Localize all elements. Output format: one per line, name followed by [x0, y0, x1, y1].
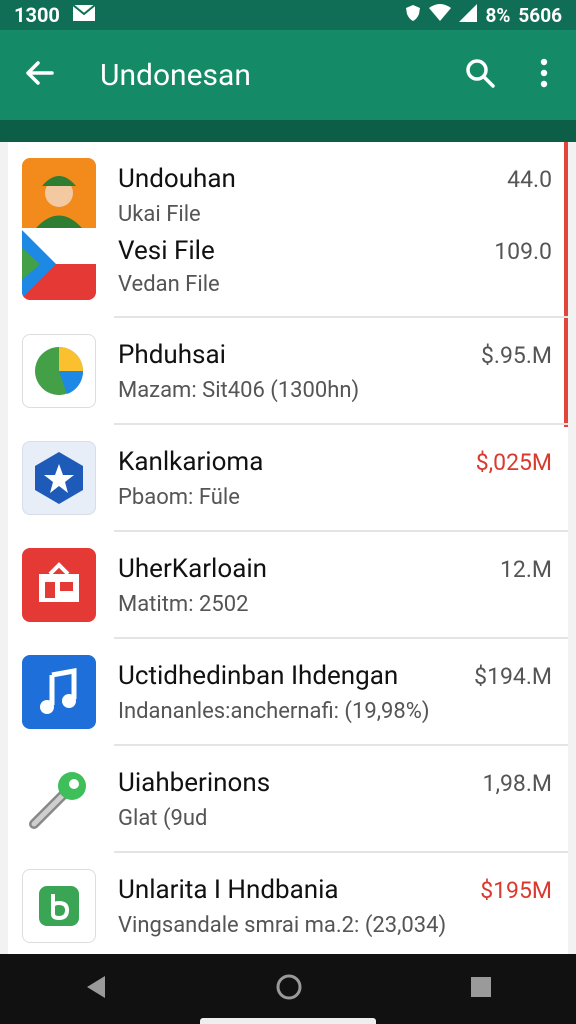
list-item[interactable]: Undouhan Ukai File 44.0 Vesi File Vedan …	[8, 142, 568, 318]
item-title-2: Vesi File	[118, 236, 215, 266]
back-nav-button[interactable]	[83, 974, 109, 1004]
item-value-2: 109.0	[494, 238, 552, 265]
search-button[interactable]	[448, 30, 512, 120]
list-item[interactable]: UherKarloain Matitm: 2502 12.M	[8, 532, 568, 639]
item-value: 12.M	[500, 556, 552, 583]
item-subtitle: Ukai File	[118, 202, 201, 227]
item-title: UherKarloain	[118, 554, 268, 584]
wifi-icon	[429, 3, 452, 27]
store-icon	[22, 548, 96, 622]
item-subtitle: Matitm: 2502	[118, 592, 249, 617]
list-item[interactable]: Uctidhedinban Ihdengan Indananles:ancher…	[8, 639, 568, 746]
combined-icon	[22, 158, 96, 300]
drive-icon	[22, 334, 96, 408]
app-bar: Undonesan	[0, 30, 576, 120]
item-title: Uctidhedinban Ihdengan	[118, 661, 399, 691]
more-options-button[interactable]	[512, 30, 576, 120]
music-note-icon	[22, 655, 96, 729]
item-title: Undouhan	[118, 164, 236, 194]
item-title: Kanlkarioma	[118, 447, 264, 477]
item-value: $195M	[480, 877, 552, 904]
search-icon	[464, 57, 496, 93]
item-title: Unlarita I Hndbania	[118, 875, 339, 905]
appbar-shadow	[0, 120, 576, 142]
signal-icon	[459, 3, 478, 27]
back-arrow-icon	[24, 57, 56, 93]
battery-percent: 8%	[485, 3, 511, 27]
status-time: 1300	[14, 3, 60, 27]
navigation-bar	[0, 954, 576, 1024]
item-subtitle: Indananles:anchernafi: (19,98%)	[118, 699, 430, 724]
status-extra: 5606	[518, 3, 562, 27]
item-value: $.95.M	[481, 342, 552, 369]
list-item[interactable]: Uiahberinons Glat (9ud 1,98.M	[8, 746, 568, 853]
item-title: Phduhsai	[118, 340, 226, 370]
item-subtitle: Pbaom: Füle	[118, 485, 240, 510]
item-subtitle-2: Vedan File	[118, 272, 220, 297]
list-item[interactable]: Phduhsai Mazam: Sit406 (1300hn) $.95.M	[8, 318, 568, 425]
item-subtitle: Mazam: Sit406 (1300hn)	[118, 378, 360, 403]
recents-nav-button[interactable]	[469, 975, 493, 1003]
file-list: Undouhan Ukai File 44.0 Vesi File Vedan …	[8, 142, 568, 954]
list-item[interactable]: Unlarita I Hndbania Vingsandale smrai ma…	[8, 853, 568, 954]
item-subtitle: Glat (9ud	[118, 806, 208, 831]
item-value: 1,98.M	[482, 770, 552, 797]
status-bar: 1300 8% 5606	[0, 0, 576, 30]
key-icon	[22, 762, 96, 836]
list-item[interactable]: Kanlkarioma Pbaom: Füle $,025M	[8, 425, 568, 532]
star-badge-icon	[22, 441, 96, 515]
item-value: 44.0	[507, 166, 552, 193]
home-nav-button[interactable]	[275, 973, 303, 1005]
page-title: Undonesan	[100, 57, 251, 93]
home-indicator	[200, 1018, 376, 1024]
item-value: $194.M	[474, 663, 552, 690]
more-vert-icon	[539, 58, 549, 92]
shield-icon	[405, 4, 421, 27]
chat-bubble-icon	[22, 869, 96, 943]
item-subtitle: Vingsandale smrai ma.2: (23,034)	[118, 913, 447, 938]
mail-icon	[72, 3, 96, 27]
item-value: $,025M	[475, 449, 552, 476]
item-title: Uiahberinons	[118, 768, 271, 798]
back-button[interactable]	[0, 30, 80, 120]
